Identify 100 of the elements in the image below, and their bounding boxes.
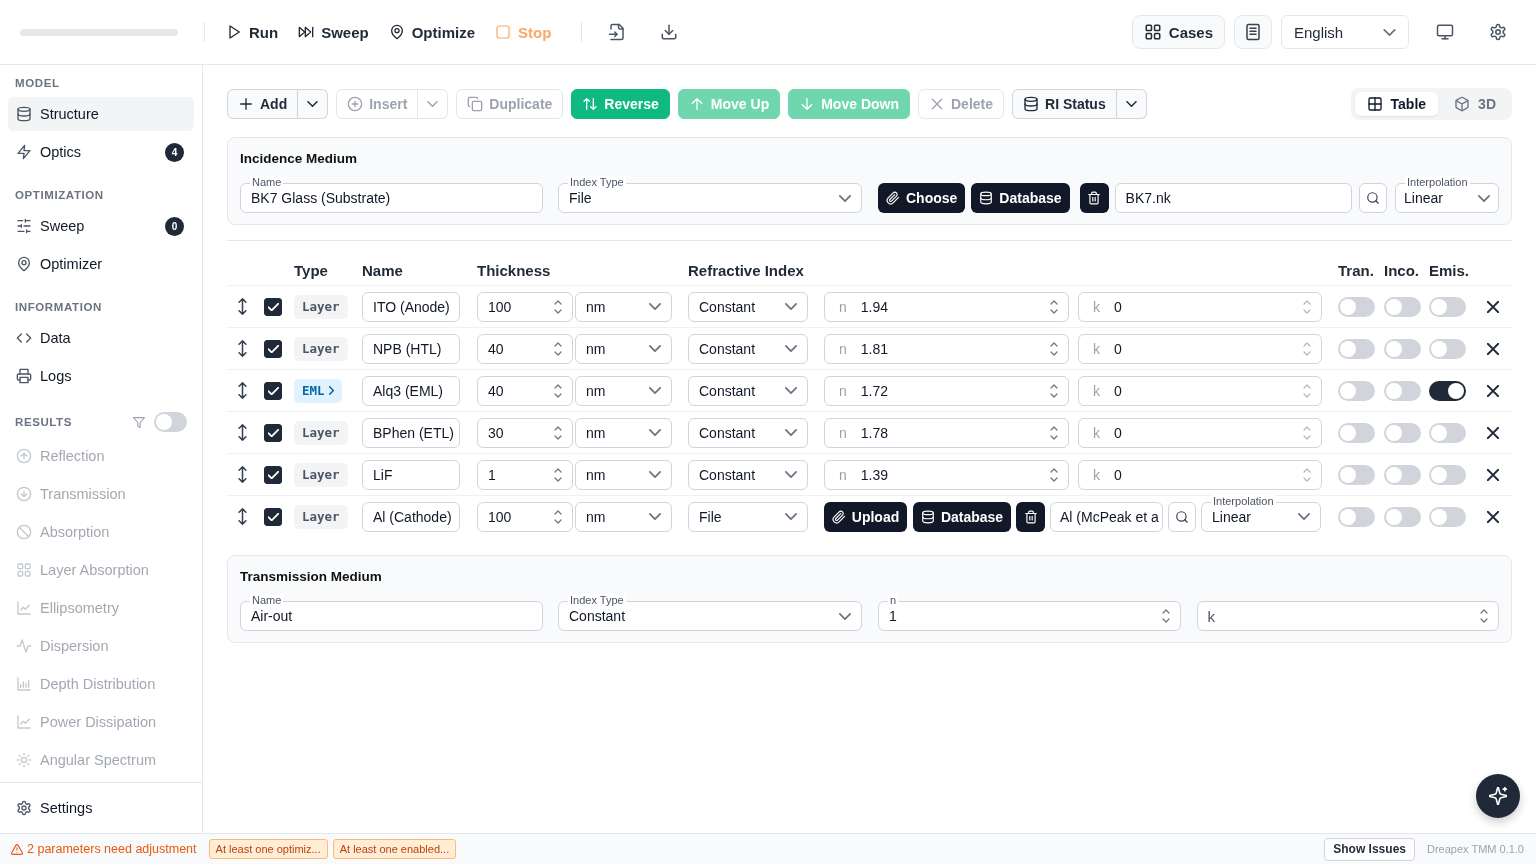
stepper-icon[interactable] (1050, 467, 1058, 482)
show-issues-button[interactable]: Show Issues (1324, 837, 1415, 861)
view-tab[interactable]: 3D (1442, 92, 1508, 116)
k-field[interactable]: k 0 (1078, 291, 1322, 322)
index-type-select[interactable]: File (688, 501, 808, 532)
drag-handle-icon[interactable] (237, 424, 247, 441)
upload-button[interactable]: Upload (824, 501, 907, 532)
layer-name-field[interactable]: LiF (362, 459, 460, 490)
drag-handle-icon[interactable] (237, 382, 247, 399)
n-field[interactable]: n 1.72 (824, 375, 1069, 406)
sidebar-item[interactable]: Optics 4 (8, 135, 194, 169)
toggle-switch[interactable] (1338, 422, 1375, 443)
k-field[interactable]: k 0 (1078, 375, 1322, 406)
sidebar-item[interactable]: Sweep 0 (8, 209, 194, 243)
add-button[interactable]: Add (227, 89, 299, 119)
stepper-icon[interactable] (554, 509, 562, 524)
optimize-button[interactable]: Optimize (388, 17, 476, 47)
close-icon[interactable] (1486, 384, 1499, 397)
toggle-switch[interactable] (1338, 380, 1375, 401)
unit-select[interactable]: nm (575, 333, 672, 364)
search-button[interactable] (1359, 183, 1387, 213)
database-button[interactable]: Database (971, 183, 1070, 213)
toggle-switch[interactable] (1338, 464, 1375, 485)
stepper-icon[interactable] (554, 425, 562, 440)
layer-name-field[interactable]: BPhen (ETL) (362, 417, 460, 448)
notes-button[interactable] (1234, 15, 1272, 49)
toggle-switch[interactable] (1429, 380, 1466, 401)
ri-status-button[interactable]: RI Status (1012, 89, 1117, 119)
checkbox[interactable] (264, 297, 282, 316)
n-field[interactable]: n 1.94 (824, 291, 1069, 322)
index-type-select[interactable]: Constant (688, 459, 808, 490)
thickness-field[interactable]: 1 (477, 459, 573, 490)
stepper-icon[interactable] (554, 467, 562, 482)
unit-select[interactable]: nm (575, 291, 672, 322)
dropdown-button[interactable] (1116, 89, 1147, 119)
sidebar-item[interactable]: Structure (8, 97, 194, 131)
close-icon[interactable] (1486, 510, 1499, 523)
stepper-icon[interactable] (1050, 383, 1058, 398)
toggle-switch[interactable] (1429, 422, 1466, 443)
stepper-icon[interactable] (554, 299, 562, 314)
toggle-switch[interactable] (1384, 506, 1421, 527)
k-field[interactable]: k 0 (1078, 333, 1322, 364)
drag-handle-icon[interactable] (237, 340, 247, 357)
toggle-switch[interactable] (1429, 464, 1466, 485)
layer-name-field[interactable]: NPB (HTL) (362, 333, 460, 364)
toggle-switch[interactable] (1338, 338, 1375, 359)
dropdown-button[interactable] (298, 89, 329, 119)
search-button[interactable] (1168, 501, 1196, 532)
index-type-select[interactable]: Constant (688, 375, 808, 406)
thickness-field[interactable]: 100 (477, 501, 573, 532)
thickness-field[interactable]: 30 (477, 417, 573, 448)
layer-name-field[interactable]: Al (Cathode) (362, 501, 460, 532)
toggle-switch[interactable] (1338, 506, 1375, 527)
file-field[interactable]: BK7.nk (1114, 183, 1352, 213)
toggle-switch[interactable] (1384, 296, 1421, 317)
view-tab[interactable]: Table (1354, 92, 1439, 116)
language-select[interactable]: English (1281, 15, 1409, 49)
toggle-switch[interactable] (1338, 296, 1375, 317)
run-button[interactable]: Run (226, 17, 279, 47)
checkbox[interactable] (264, 423, 282, 442)
layer-type-badge[interactable]: EML (294, 378, 342, 403)
drag-handle-icon[interactable] (237, 466, 247, 483)
file-field[interactable]: Al (McPeak et a (1050, 501, 1163, 532)
k-field[interactable]: k 0 (1078, 417, 1322, 448)
toggle-switch[interactable] (1384, 422, 1421, 443)
close-icon[interactable] (1486, 426, 1499, 439)
toggle-switch[interactable] (1429, 296, 1466, 317)
stepper-icon[interactable] (554, 341, 562, 356)
checkbox[interactable] (264, 339, 282, 358)
toggle-switch[interactable] (154, 412, 187, 432)
cases-button[interactable]: Cases (1131, 15, 1225, 49)
close-icon[interactable] (1486, 342, 1499, 355)
stepper-icon[interactable] (554, 383, 562, 398)
toggle-switch[interactable] (1384, 338, 1421, 359)
toggle-switch[interactable] (1429, 338, 1466, 359)
sidebar-item[interactable]: Settings (8, 791, 194, 825)
unit-select[interactable]: nm (575, 417, 672, 448)
toggle-switch[interactable] (1384, 380, 1421, 401)
n-field[interactable]: n 1.78 (824, 417, 1069, 448)
toggle-switch[interactable] (1384, 464, 1421, 485)
layer-name-field[interactable]: Alq3 (EML) (362, 375, 460, 406)
stepper-icon[interactable] (1050, 341, 1058, 356)
unit-select[interactable]: nm (575, 375, 672, 406)
index-type-select[interactable]: Constant (688, 417, 808, 448)
delete-file-button[interactable] (1079, 183, 1109, 213)
n-field[interactable]: n 1.39 (824, 459, 1069, 490)
k-field[interactable]: k 0 (1078, 459, 1322, 490)
checkbox[interactable] (264, 507, 282, 526)
stepper-icon[interactable] (1161, 609, 1170, 623)
drag-handle-icon[interactable] (237, 508, 247, 525)
filter-icon[interactable] (133, 416, 145, 428)
close-icon[interactable] (1486, 300, 1499, 313)
thickness-field[interactable]: 40 (477, 375, 573, 406)
drag-handle-icon[interactable] (237, 298, 247, 315)
delete-file-button[interactable] (1016, 501, 1045, 532)
sidebar-item[interactable]: Optimizer (8, 247, 194, 281)
k-field[interactable]: k (1196, 601, 1499, 631)
index-type-select[interactable]: Constant (688, 291, 808, 322)
choose-file-button[interactable]: Choose (878, 183, 966, 213)
checkbox[interactable] (264, 381, 282, 400)
